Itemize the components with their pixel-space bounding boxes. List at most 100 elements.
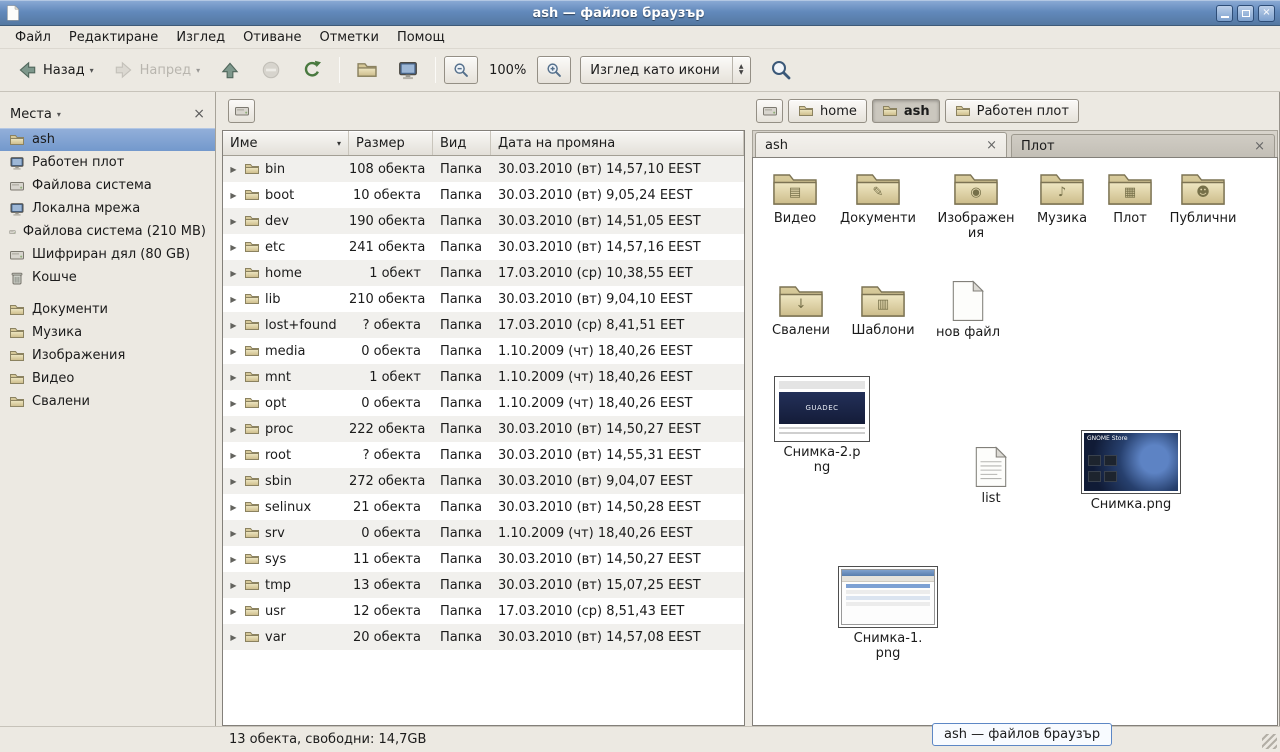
stop-button[interactable] <box>252 54 290 86</box>
resize-grip[interactable] <box>1262 734 1277 749</box>
table-row[interactable]: ▶etc241 обектаПапка30.03.2010 (вт) 14,57… <box>223 234 744 260</box>
expander-icon[interactable]: ▶ <box>228 347 239 356</box>
image-file-item[interactable]: GNOME Store Снимка.png <box>1079 430 1183 513</box>
expander-icon[interactable]: ▶ <box>228 555 239 564</box>
view-mode-select[interactable]: Изглед като икони ▲▼ <box>580 56 750 84</box>
table-row[interactable]: ▶home1 обектПапка17.03.2010 (ср) 10,38,5… <box>223 260 744 286</box>
sidebar-item-filesystem[interactable]: Файлова система <box>0 174 215 197</box>
menu-go[interactable]: Отиване <box>234 28 310 47</box>
sidebar-item-music[interactable]: Музика <box>0 321 215 344</box>
zoom-in-button[interactable] <box>537 56 571 84</box>
table-row[interactable]: ▶tmp13 обектаПапка30.03.2010 (вт) 15,07,… <box>223 572 744 598</box>
search-button[interactable] <box>762 54 800 86</box>
folder-item-templates[interactable]: ▥ Шаблони <box>841 280 925 339</box>
expander-icon[interactable]: ▶ <box>228 399 239 408</box>
sidebar-item-documents[interactable]: Документи <box>0 298 215 321</box>
menu-help[interactable]: Помощ <box>388 28 454 47</box>
column-header-size[interactable]: Размер <box>349 131 433 155</box>
table-row[interactable]: ▶lost+found? обектаПапка17.03.2010 (ср) … <box>223 312 744 338</box>
sidebar-item-filesystem-210[interactable]: Файлова система (210 MB) <box>0 220 215 243</box>
tab-close-icon[interactable]: × <box>986 138 997 153</box>
expander-icon[interactable]: ▶ <box>228 217 239 226</box>
expander-icon[interactable]: ▶ <box>228 425 239 434</box>
sidebar-item-downloads[interactable]: Свалени <box>0 390 215 413</box>
folder-item-video[interactable]: ▤ Видео <box>753 168 837 227</box>
breadcrumb-ash[interactable]: ash <box>872 99 940 123</box>
menu-file[interactable]: Файл <box>6 28 60 47</box>
menu-view[interactable]: Изглед <box>167 28 234 47</box>
window-list-button[interactable]: ash — файлов браузър <box>932 723 1112 746</box>
file-item-list[interactable]: list <box>949 446 1033 507</box>
sidebar-item-pictures[interactable]: Изображения <box>0 344 215 367</box>
table-row[interactable]: ▶root? обектаПапка30.03.2010 (вт) 14,55,… <box>223 442 744 468</box>
sidebar-item-ash[interactable]: ash <box>0 128 215 151</box>
chevron-down-icon[interactable]: ▾ <box>57 110 61 119</box>
sidebar-item-trash[interactable]: Кошче <box>0 266 215 289</box>
tab-close-icon[interactable]: × <box>1254 139 1265 154</box>
maximize-button[interactable] <box>1237 5 1254 22</box>
back-button[interactable]: Назад ▾ <box>8 54 102 86</box>
forward-button[interactable]: Напред ▾ <box>105 54 209 86</box>
home-button[interactable] <box>348 54 386 86</box>
table-row[interactable]: ▶selinux21 обектаПапка30.03.2010 (вт) 14… <box>223 494 744 520</box>
expander-icon[interactable]: ▶ <box>228 529 239 538</box>
minimize-button[interactable] <box>1216 5 1233 22</box>
sidebar-item-encrypted[interactable]: Шифриран дял (80 GB) <box>0 243 215 266</box>
table-row[interactable]: ▶usr12 обектаПапка17.03.2010 (ср) 8,51,4… <box>223 598 744 624</box>
folder-item-documents[interactable]: ✎ Документи <box>836 168 920 227</box>
sidebar-close-icon[interactable]: × <box>193 106 205 122</box>
column-header-name[interactable]: Име ▾ <box>223 131 349 155</box>
title-bar[interactable]: ash — файлов браузър × <box>0 0 1280 26</box>
expander-icon[interactable]: ▶ <box>228 243 239 252</box>
back-dropdown-icon[interactable]: ▾ <box>90 66 94 75</box>
sidebar-item-network[interactable]: Локална мрежа <box>0 197 215 220</box>
table-row[interactable]: ▶mnt1 обектПапка1.10.2009 (чт) 18,40,26 … <box>223 364 744 390</box>
expander-icon[interactable]: ▶ <box>228 581 239 590</box>
column-header-date[interactable]: Дата на промяна <box>491 131 744 155</box>
table-row[interactable]: ▶bin108 обектаПапка30.03.2010 (вт) 14,57… <box>223 156 744 182</box>
expander-icon[interactable]: ▶ <box>228 607 239 616</box>
expander-icon[interactable]: ▶ <box>228 633 239 642</box>
expander-icon[interactable]: ▶ <box>228 451 239 460</box>
menu-bookmarks[interactable]: Отметки <box>310 28 387 47</box>
table-row[interactable]: ▶var20 обектаПапка30.03.2010 (вт) 14,57,… <box>223 624 744 650</box>
expander-icon[interactable]: ▶ <box>228 191 239 200</box>
sidebar-item-desktop[interactable]: Работен плот <box>0 151 215 174</box>
close-button[interactable]: × <box>1258 5 1275 22</box>
folder-item-downloads[interactable]: ↓ Свалени <box>759 280 843 339</box>
menu-edit[interactable]: Редактиране <box>60 28 167 47</box>
image-file-item[interactable]: Снимка-1.png <box>836 566 940 661</box>
tab-ash[interactable]: ash × <box>755 132 1007 157</box>
folder-item-desktop[interactable]: ▦ Плот <box>1088 168 1172 227</box>
icon-view[interactable]: ▤ Видео ✎ Документи ◉ Изображения ♪ Музи… <box>752 157 1278 726</box>
column-header-type[interactable]: Вид <box>433 131 491 155</box>
expander-icon[interactable]: ▶ <box>228 477 239 486</box>
expander-icon[interactable]: ▶ <box>228 373 239 382</box>
table-row[interactable]: ▶sbin272 обектаПапка30.03.2010 (вт) 9,04… <box>223 468 744 494</box>
table-row[interactable]: ▶media0 обектаПапка1.10.2009 (чт) 18,40,… <box>223 338 744 364</box>
table-row[interactable]: ▶sys11 обектаПапка30.03.2010 (вт) 14,50,… <box>223 546 744 572</box>
root-breadcrumb-button[interactable] <box>228 99 255 123</box>
tab-plot[interactable]: Плот × <box>1011 134 1275 157</box>
expander-icon[interactable]: ▶ <box>228 165 239 174</box>
computer-button[interactable] <box>389 54 427 86</box>
up-button[interactable] <box>211 54 249 86</box>
table-row[interactable]: ▶lib210 обектаПапка30.03.2010 (вт) 9,04,… <box>223 286 744 312</box>
table-row[interactable]: ▶dev190 обектаПапка30.03.2010 (вт) 14,51… <box>223 208 744 234</box>
sidebar-item-videos[interactable]: Видео <box>0 367 215 390</box>
breadcrumb-desktop[interactable]: Работен плот <box>945 99 1079 123</box>
expander-icon[interactable]: ▶ <box>228 269 239 278</box>
folder-item-pictures[interactable]: ◉ Изображения <box>934 168 1018 241</box>
expander-icon[interactable]: ▶ <box>228 295 239 304</box>
expander-icon[interactable]: ▶ <box>228 503 239 512</box>
expander-icon[interactable]: ▶ <box>228 321 239 330</box>
zoom-out-button[interactable] <box>444 56 478 84</box>
breadcrumb-home[interactable]: home <box>788 99 867 123</box>
table-row[interactable]: ▶srv0 обектаПапка1.10.2009 (чт) 18,40,26… <box>223 520 744 546</box>
image-file-item[interactable]: GUADEC Снимка-2.png <box>770 376 874 475</box>
folder-item-public[interactable]: ☻ Публични <box>1161 168 1245 227</box>
sidebar-title[interactable]: Места <box>10 107 52 122</box>
table-row[interactable]: ▶boot10 обектаПапка30.03.2010 (вт) 9,05,… <box>223 182 744 208</box>
table-row[interactable]: ▶opt0 обектаПапка1.10.2009 (чт) 18,40,26… <box>223 390 744 416</box>
table-row[interactable]: ▶proc222 обектаПапка30.03.2010 (вт) 14,5… <box>223 416 744 442</box>
